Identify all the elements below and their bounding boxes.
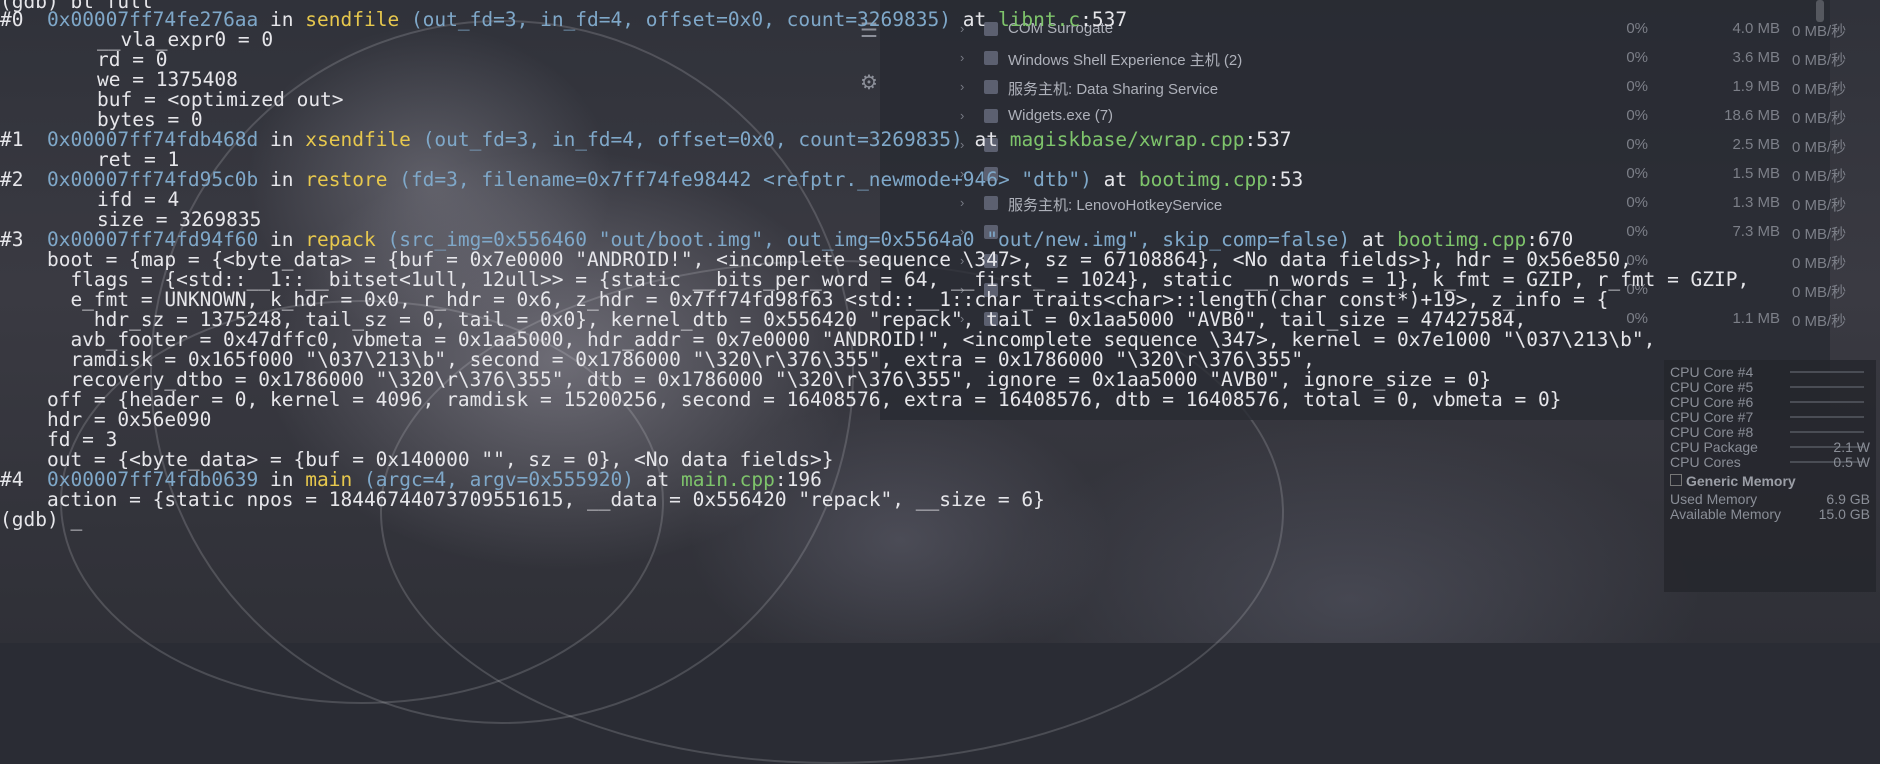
frame-file: magiskbase/xwrap.cpp — [1009, 128, 1245, 151]
frame-line: :537 — [1244, 128, 1292, 151]
frame-line: :537 — [1080, 8, 1128, 31]
frame-args: (out_fd=3, in_fd=4, offset=0x0, count=32… — [422, 128, 963, 151]
frame-number: #2 — [0, 168, 24, 191]
gdb-prompt[interactable]: (gdb) _ — [0, 508, 82, 532]
frame-args: (fd=3, filename=0x7ff74fe98442 <refptr._… — [399, 168, 1092, 191]
frame-file: libnt.c — [997, 8, 1081, 31]
frame-line: :53 — [1267, 168, 1304, 191]
local-variable-line: off = {header = 0, kernel = 4096, ramdis… — [0, 388, 1562, 411]
gdb-terminal[interactable]: (gdb) bt full #0 0x00007ff74fe276aa in s… — [0, 0, 1880, 643]
frame-file: bootimg.cpp — [1138, 168, 1268, 191]
frame-args: (out_fd=3, in_fd=4, offset=0x0, count=32… — [410, 8, 951, 31]
backtrace-frame-2: #2 0x00007ff74fd95c0b in restore (fd=3, … — [0, 168, 1304, 191]
frame-function: restore — [305, 168, 388, 191]
backtrace-frame-1: #1 0x00007ff74fdb468d in xsendfile (out_… — [0, 128, 1292, 151]
frame-function: sendfile — [305, 8, 400, 31]
frame-function: xsendfile — [305, 128, 411, 151]
local-variable-line: action = {static npos = 1844674407370955… — [0, 488, 1045, 511]
frame-number: #1 — [0, 128, 24, 151]
frame-number: #0 — [0, 8, 24, 31]
